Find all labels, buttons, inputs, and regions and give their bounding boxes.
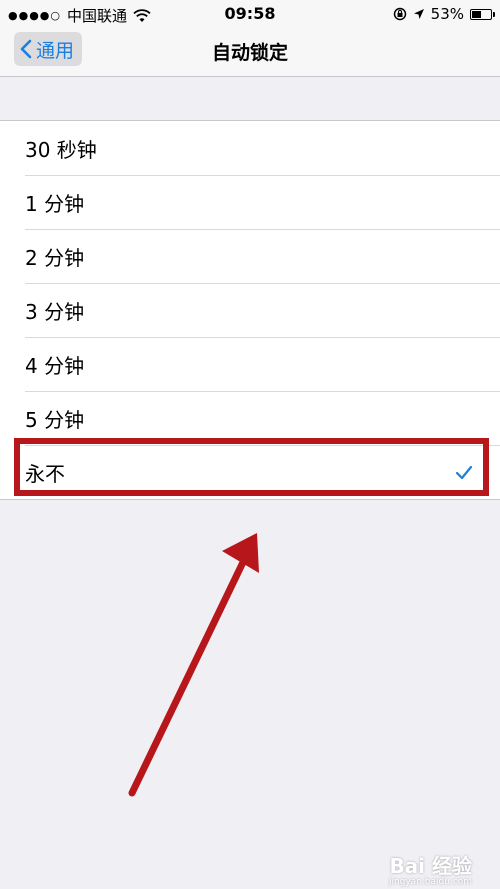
checkmark-icon	[455, 465, 473, 480]
option-4-minutes[interactable]: 4 分钟	[0, 337, 500, 391]
option-3-minutes[interactable]: 3 分钟	[0, 283, 500, 337]
battery-fill	[472, 10, 481, 18]
option-1-minute[interactable]: 1 分钟	[0, 175, 500, 229]
option-30-seconds[interactable]: 30 秒钟	[0, 121, 500, 175]
battery-icon	[470, 8, 495, 20]
option-5-minutes[interactable]: 5 分钟	[0, 391, 500, 445]
option-label: 5 分钟	[25, 407, 85, 432]
option-label: 2 分钟	[25, 245, 85, 270]
option-2-minutes[interactable]: 2 分钟	[0, 229, 500, 283]
battery-percent: 53%	[430, 5, 464, 23]
status-right: 53%	[393, 5, 495, 23]
navigation-bar: 通用 自动锁定	[0, 28, 500, 77]
status-bar: ●●●●○ 中国联通 09:58 53%	[0, 0, 500, 28]
watermark-brand: Bai 经验	[389, 854, 472, 878]
option-label: 4 分钟	[25, 353, 85, 378]
option-label: 1 分钟	[25, 191, 85, 216]
location-arrow-icon	[413, 9, 424, 19]
auto-lock-options-list: 30 秒钟 1 分钟 2 分钟 3 分钟 4 分钟 5 分钟 永不	[0, 120, 500, 500]
rotation-lock-icon	[393, 7, 406, 21]
watermark-url: jingyan.baidu.com	[388, 877, 472, 887]
page-title: 自动锁定	[211, 42, 288, 64]
option-never[interactable]: 永不	[0, 445, 500, 499]
option-label: 永不	[25, 461, 65, 486]
option-label: 30 秒钟	[25, 137, 97, 162]
option-label: 3 分钟	[25, 299, 85, 324]
